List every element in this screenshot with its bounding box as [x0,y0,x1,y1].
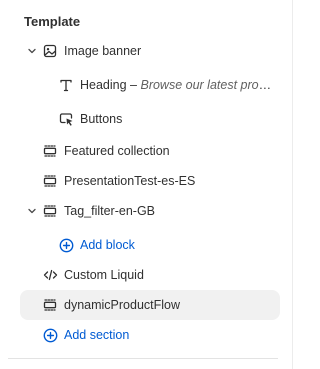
label-separator: – [126,78,141,92]
image-banner-icon [42,43,58,59]
tree-item-presentation-test[interactable]: PresentationTest-es-ES [20,166,280,196]
chevron-down-icon[interactable] [25,204,39,218]
tree-item-featured-collection[interactable]: Featured collection [20,136,280,166]
tree-item-image-banner[interactable]: Image banner [20,36,280,66]
tree-item-label: Featured collection [64,144,170,158]
add-section-button[interactable]: Add section [20,320,280,350]
add-block-label: Add block [80,238,135,252]
tree-item-buttons[interactable]: Buttons [20,104,280,134]
tree-item-label: Buttons [80,112,123,126]
divider [8,358,278,359]
section-icon [42,173,58,189]
tree-item-label-group: Heading – Browse our latest products [80,70,274,100]
text-icon [58,77,74,93]
section-icon [42,297,58,313]
add-section-label: Add section [64,328,130,342]
button-cursor-icon [58,111,74,127]
tree-item-dynamic-product-flow[interactable]: dynamicProductFlow [20,290,280,320]
add-block-button[interactable]: Add block [20,230,280,260]
plus-circle-icon [42,327,58,343]
section-icon [42,203,58,219]
tree-item-tag-filter[interactable]: Tag_filter-en-GB [20,196,280,226]
plus-circle-icon [58,237,74,253]
tree-item-label: PresentationTest-es-ES [64,174,196,188]
code-icon [42,267,58,283]
tree-item-label: Image banner [64,44,142,58]
tree-item-heading[interactable]: Heading – Browse our latest products [20,70,280,100]
tree-item-label: Tag_filter-en-GB [64,204,156,218]
tree-item-subtitle: Browse our latest products [140,78,274,92]
chevron-down-icon[interactable] [25,44,39,58]
section-icon [42,143,58,159]
tree-item-label: Custom Liquid [64,268,144,282]
template-panel: Template Image banner Heading – Browse o… [0,0,293,369]
tree-item-label: Heading [80,78,127,92]
tree-item-custom-liquid[interactable]: Custom Liquid [20,260,280,290]
tree-item-label: dynamicProductFlow [64,298,181,312]
panel-title: Template [24,14,81,29]
